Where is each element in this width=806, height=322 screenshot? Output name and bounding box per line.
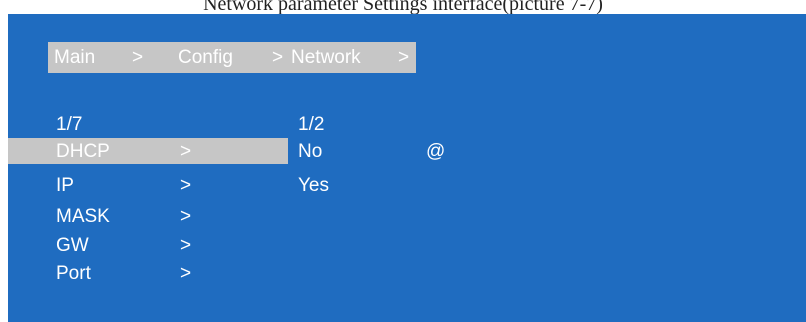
network-settings-screen: Main > Config > Network > 1/7 1/2 DHCP >… — [8, 14, 806, 322]
menu-item-label: DHCP — [56, 141, 110, 162]
options-page-indicator: 1/2 — [298, 114, 325, 135]
breadcrumb-network[interactable]: Network — [291, 42, 361, 73]
chevron-right-icon: > — [180, 235, 192, 256]
menu-item-label: Port — [56, 263, 91, 284]
option-yes[interactable]: Yes — [298, 172, 498, 198]
chevron-right-icon: > — [180, 141, 192, 162]
menu-item-label: IP — [56, 175, 74, 196]
menu-item-label: GW — [56, 235, 89, 256]
option-label: Yes — [298, 175, 329, 196]
breadcrumb-config[interactable]: Config — [178, 42, 233, 73]
menu-item-dhcp[interactable]: DHCP > — [8, 138, 288, 164]
breadcrumb-main[interactable]: Main — [54, 42, 95, 73]
option-no[interactable]: No @ — [298, 138, 498, 164]
breadcrumb-separator: > — [132, 47, 144, 68]
chevron-right-icon: > — [180, 206, 192, 227]
breadcrumb-separator: > — [272, 47, 284, 68]
option-label: No — [298, 141, 323, 162]
breadcrumb-separator: > — [398, 47, 410, 68]
menu-item-port[interactable]: Port > — [8, 260, 288, 286]
menu-item-mask[interactable]: MASK > — [8, 203, 288, 229]
breadcrumb: Main > Config > Network > — [48, 42, 416, 73]
menu-page-indicator: 1/7 — [56, 114, 83, 135]
menu-item-label: MASK — [56, 206, 110, 227]
chevron-right-icon: > — [180, 175, 192, 196]
chevron-right-icon: > — [180, 263, 192, 284]
menu-item-gw[interactable]: GW > — [8, 232, 288, 258]
menu-item-ip[interactable]: IP > — [8, 172, 288, 198]
current-selection-marker: @ — [426, 141, 446, 162]
